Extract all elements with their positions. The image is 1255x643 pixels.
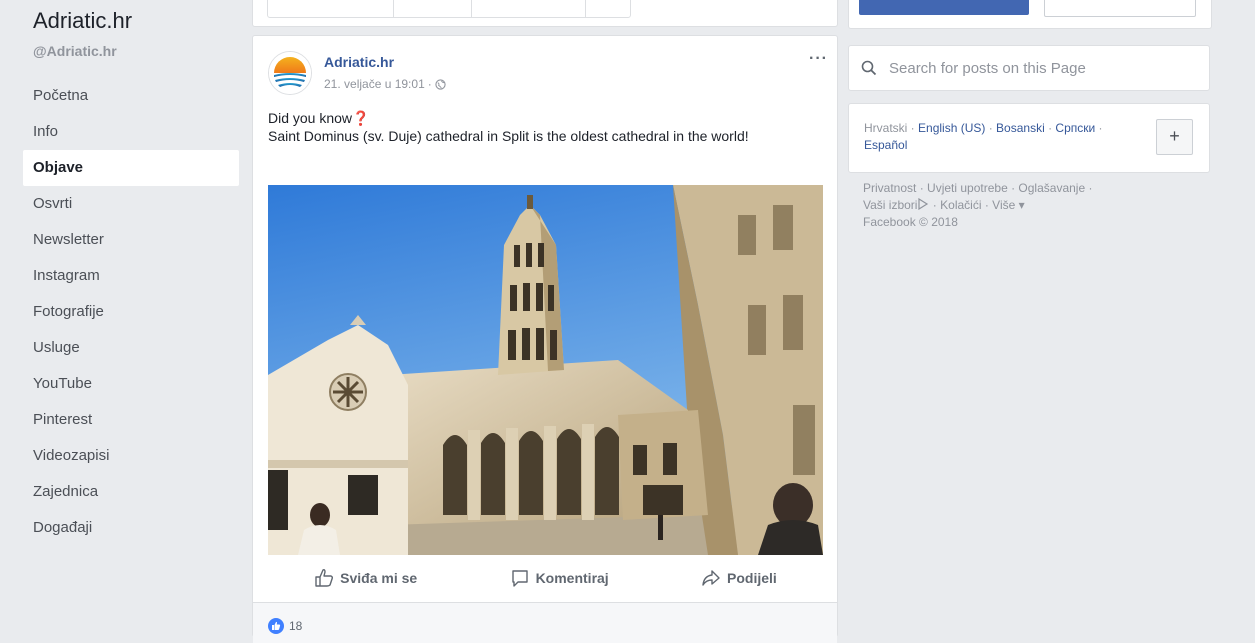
- share-button[interactable]: Podijeli: [701, 568, 777, 588]
- separator: ·: [985, 121, 997, 135]
- separator: ·: [916, 181, 928, 195]
- language-link-english[interactable]: English (US): [918, 121, 985, 135]
- post-photo[interactable]: [268, 185, 823, 555]
- question-emoji-icon: ❓: [352, 110, 370, 126]
- composer-tab[interactable]: [394, 0, 473, 17]
- nav-item-videozapisi[interactable]: Videozapisi: [23, 438, 239, 474]
- share-label: Podijeli: [727, 570, 777, 586]
- separator: ·: [981, 198, 993, 212]
- nav-item-fotografije[interactable]: Fotografije: [23, 294, 239, 330]
- post-options-icon[interactable]: ···: [809, 50, 828, 68]
- separator: ·: [1044, 121, 1056, 135]
- language-link-espanol[interactable]: Español: [864, 138, 907, 152]
- nav-item-usluge[interactable]: Usluge: [23, 330, 239, 366]
- reaction-summary[interactable]: 18: [268, 618, 302, 634]
- search-input[interactable]: [887, 58, 1191, 78]
- current-language: Hrvatski: [864, 121, 908, 135]
- page-nav: Početna Info Objave Osvrti Newsletter In…: [23, 78, 239, 546]
- language-list: Hrvatski · English (US) · Bosanski · Срп…: [864, 120, 1144, 154]
- language-link-bosanski[interactable]: Bosanski: [996, 121, 1045, 135]
- nav-item-newsletter[interactable]: Newsletter: [23, 222, 239, 258]
- language-link-srpski[interactable]: Српски: [1055, 121, 1095, 135]
- like-label: Sviđa mi se: [340, 570, 418, 586]
- primary-action-button[interactable]: [859, 0, 1029, 15]
- comment-label: Komentiraj: [535, 570, 609, 586]
- page-post-search: [848, 45, 1210, 91]
- footer-link-more[interactable]: Više ▾: [992, 198, 1024, 212]
- nav-item-info[interactable]: Info: [23, 114, 239, 150]
- post-text-line1: Did you know: [268, 110, 353, 126]
- footer-links: Privatnost · Uvjeti upotrebe · Oglašavan…: [863, 180, 1163, 231]
- nav-item-pocetna[interactable]: Početna: [23, 78, 239, 114]
- nav-item-pinterest[interactable]: Pinterest: [23, 402, 239, 438]
- post-author[interactable]: Adriatic.hr: [324, 54, 394, 70]
- cathedral-photo-illustration: [268, 185, 823, 555]
- footer-link-privacy[interactable]: Privatnost: [863, 181, 916, 195]
- like-count: 18: [289, 619, 303, 633]
- post-timestamp[interactable]: 21. veljače u 19:01: [324, 77, 425, 91]
- nav-item-osvrti[interactable]: Osvrti: [23, 186, 239, 222]
- thumbs-up-icon: [315, 569, 334, 587]
- separator: ·: [907, 121, 919, 135]
- composer-tab[interactable]: [586, 0, 630, 17]
- nav-item-instagram[interactable]: Instagram: [23, 258, 239, 294]
- composer-tab[interactable]: [268, 0, 394, 17]
- page-name[interactable]: Adriatic.hr: [33, 8, 132, 34]
- like-reaction-icon: [268, 618, 284, 634]
- add-language-button[interactable]: +: [1156, 119, 1193, 155]
- separator: ·: [1095, 121, 1103, 135]
- page-handle: @Adriatic.hr: [33, 43, 117, 59]
- footer-link-advertising[interactable]: Oglašavanje: [1018, 181, 1085, 195]
- share-arrow-icon: [702, 570, 720, 586]
- nav-item-youtube[interactable]: YouTube: [23, 366, 239, 402]
- reactions-bar: [253, 602, 837, 643]
- adchoices-icon[interactable]: [917, 197, 929, 211]
- copyright: Facebook © 2018: [863, 215, 958, 229]
- separator: ·: [929, 198, 941, 212]
- footer-link-terms[interactable]: Uvjeti upotrebe: [927, 181, 1008, 195]
- comment-icon: [511, 570, 528, 587]
- post-text: Did you know❓ Saint Dominus (sv. Duje) c…: [268, 109, 813, 145]
- nav-item-zajednica[interactable]: Zajednica: [23, 474, 239, 510]
- post-card: Adriatic.hr 21. veljače u 19:01 · ··· Di…: [252, 35, 838, 643]
- separator: ·: [1085, 181, 1093, 195]
- footer-link-cookies[interactable]: Kolačići: [940, 198, 981, 212]
- search-icon: [861, 60, 877, 76]
- post-meta: 21. veljače u 19:01 ·: [324, 77, 446, 91]
- like-button[interactable]: Sviđa mi se: [314, 568, 417, 588]
- comment-button[interactable]: Komentiraj: [510, 568, 609, 588]
- post-actions: Sviđa mi se Komentiraj Podijeli: [268, 558, 823, 598]
- language-selector: Hrvatski · English (US) · Bosanski · Срп…: [848, 103, 1210, 173]
- post-text-line2: Saint Dominus (sv. Duje) cathedral in Sp…: [268, 128, 749, 144]
- footer-link-adchoices[interactable]: Vaši izbori: [863, 198, 917, 212]
- secondary-action-button[interactable]: [1044, 0, 1196, 17]
- composer-tabs[interactable]: [267, 0, 631, 18]
- meta-separator: ·: [427, 77, 432, 91]
- separator: ·: [1007, 181, 1019, 195]
- adriatic-logo-icon: [269, 52, 311, 94]
- nav-item-dogadaji[interactable]: Događaji: [23, 510, 239, 546]
- composer-tab[interactable]: [472, 0, 587, 17]
- page-avatar[interactable]: [268, 51, 312, 95]
- globe-icon[interactable]: [435, 78, 446, 90]
- nav-item-objave[interactable]: Objave: [23, 150, 239, 186]
